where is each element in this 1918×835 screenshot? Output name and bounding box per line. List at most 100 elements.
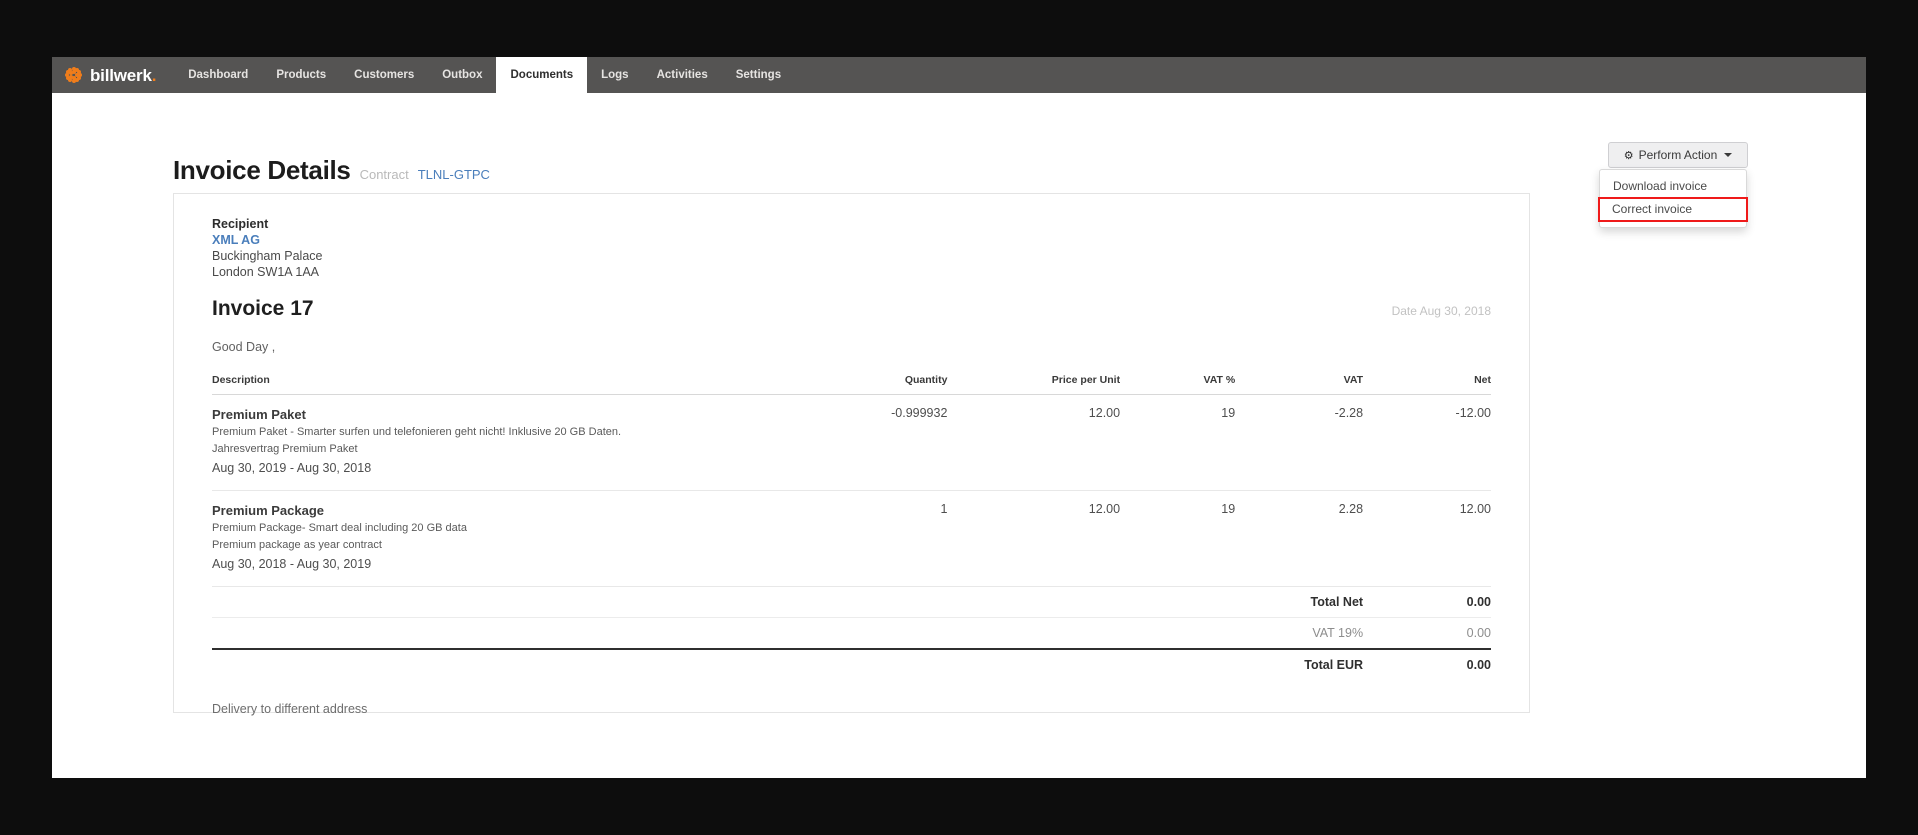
- nav-item-documents[interactable]: Documents: [496, 57, 588, 93]
- nav-item-outbox[interactable]: Outbox: [428, 57, 496, 93]
- nav-item-label: Dashboard: [188, 69, 249, 81]
- column-header-vat-percent: VAT %: [1120, 374, 1236, 395]
- line-item-plan: Jahresvertrag Premium Paket: [212, 443, 358, 455]
- spacer-cell: [1120, 617, 1236, 650]
- nav-item-label: Documents: [510, 69, 574, 81]
- menu-item-download-invoice[interactable]: Download invoice: [1600, 175, 1746, 198]
- vat-total-value: 0.00: [1363, 617, 1491, 650]
- table-row: Premium Paket Premium Paket - Smarter sur…: [212, 394, 1491, 491]
- recipient-block: Recipient XML AG Buckingham Palace Londo…: [212, 216, 1491, 280]
- line-items-table: Description Quantity Price per Unit VAT …: [212, 374, 1491, 587]
- contract-link[interactable]: TLNL-GTPC: [418, 167, 490, 182]
- spacer-cell: [1120, 649, 1235, 680]
- top-navigation-bar: billwerk. Dashboard Products Customers Outb…: [52, 57, 1866, 93]
- application-window: billwerk. Dashboard Products Customers Outb…: [52, 57, 1866, 778]
- invoice-number-row: Invoice 17 Date Aug 30, 2018: [212, 297, 1491, 321]
- perform-action-dropdown-menu: Download invoice Correct invoice: [1598, 169, 1748, 228]
- line-item-description-cell: Premium Paket Premium Paket - Smarter sur…: [212, 394, 794, 491]
- invoice-number-title: Invoice 17: [212, 297, 314, 320]
- brand-name: billwerk.: [90, 65, 157, 85]
- line-item-period: Aug 30, 2019 - Aug 30, 2018: [212, 461, 372, 475]
- perform-action-container: ⚙ Perform Action Download invoice Correc…: [1598, 142, 1748, 228]
- brand-logo[interactable]: billwerk.: [52, 57, 174, 93]
- totals-row-vat: VAT 19% 0.00: [212, 617, 1491, 650]
- page-title: Invoice Details: [173, 155, 351, 185]
- totals-table: Total Net 0.00 VAT 19% 0.00 Total EUR 0.…: [212, 587, 1491, 680]
- column-header-price-per-unit: Price per Unit: [947, 374, 1121, 395]
- line-item-name: Premium Package: [212, 503, 325, 518]
- page-content: ⚙ Perform Action Download invoice Correc…: [52, 93, 1866, 778]
- recipient-address-line-2: London SW1A 1AA: [212, 265, 320, 279]
- recipient-name-link[interactable]: XML AG: [212, 232, 1491, 248]
- line-item-description: Premium Package- Smart deal including 20…: [212, 522, 467, 534]
- nav-item-label: Logs: [601, 69, 629, 81]
- delivery-note: Delivery to different address: [212, 702, 368, 716]
- total-net-value: 0.00: [1363, 587, 1491, 618]
- line-item-vat: 2.28: [1235, 490, 1364, 587]
- line-item-name: Premium Paket: [212, 407, 306, 422]
- invoice-card: Recipient XML AG Buckingham Palace Londo…: [173, 193, 1530, 716]
- line-item-quantity: 1: [793, 490, 948, 587]
- page-header: Invoice Details Contract TLNL-GTPC: [173, 155, 490, 186]
- spacer-cell: [947, 587, 1121, 618]
- recipient-address-line-1: Buckingham Palace: [212, 249, 323, 263]
- line-item-description-cell: Premium Package Premium Package- Smart de…: [212, 490, 794, 587]
- contract-label: Contract: [359, 167, 409, 182]
- nav-item-settings[interactable]: Settings: [722, 57, 795, 93]
- line-item-net: 12.00: [1363, 490, 1491, 587]
- nav-item-label: Outbox: [442, 69, 483, 81]
- total-net-label: Total Net: [1235, 587, 1364, 618]
- line-item-vat-percent: 19: [1120, 490, 1236, 587]
- nav-item-products[interactable]: Products: [262, 57, 340, 93]
- spacer-cell: [794, 649, 947, 680]
- line-item-price-per-unit: 12.00: [947, 490, 1121, 587]
- invoice-date: Date Aug 30, 2018: [1391, 304, 1491, 318]
- table-header-row: Description Quantity Price per Unit VAT …: [212, 374, 1491, 395]
- total-eur-label: Total EUR: [1304, 658, 1364, 672]
- nav-item-activities[interactable]: Activities: [643, 57, 722, 93]
- total-eur-value: 0.00: [1466, 658, 1491, 672]
- totals-row-total-net: Total Net 0.00: [212, 587, 1491, 618]
- billwerk-dots-logo-icon: [64, 66, 83, 85]
- spacer-cell: [212, 649, 794, 680]
- nav-item-label: Customers: [354, 69, 415, 81]
- nav-item-customers[interactable]: Customers: [340, 57, 428, 93]
- nav-item-label: Activities: [656, 69, 708, 81]
- gear-icon: ⚙: [1623, 149, 1634, 162]
- spacer-cell: [212, 587, 794, 618]
- line-item-description: Premium Paket - Smarter surfen und telef…: [212, 426, 622, 438]
- nav-item-list: Dashboard Products Customers Outbox Document…: [174, 57, 795, 93]
- nav-item-label: Settings: [735, 69, 782, 81]
- recipient-label: Recipient: [212, 217, 269, 231]
- nav-item-label: Products: [276, 69, 327, 81]
- totals-row-total-eur: Total EUR 0.00: [212, 649, 1491, 680]
- spacer-cell: [947, 649, 1120, 680]
- column-header-net: Net: [1363, 374, 1491, 395]
- spacer-cell: [212, 617, 794, 650]
- column-header-vat: VAT: [1235, 374, 1364, 395]
- line-item-price-per-unit: 12.00: [947, 394, 1121, 491]
- line-item-period: Aug 30, 2018 - Aug 30, 2019: [212, 557, 372, 571]
- line-item-net: -12.00: [1363, 394, 1491, 491]
- spacer-cell: [793, 617, 948, 650]
- spacer-cell: [1120, 587, 1236, 618]
- nav-item-logs[interactable]: Logs: [587, 57, 642, 93]
- line-item-vat-percent: 19: [1120, 394, 1236, 491]
- line-item-plan: Premium package as year contract: [212, 539, 382, 551]
- caret-down-icon: [1724, 153, 1733, 157]
- spacer-cell: [947, 617, 1121, 650]
- spacer-cell: [793, 587, 948, 618]
- vat-total-label: VAT 19%: [1235, 617, 1364, 650]
- line-item-vat: -2.28: [1235, 394, 1364, 491]
- column-header-quantity: Quantity: [793, 374, 948, 395]
- menu-item-correct-invoice[interactable]: Correct invoice: [1598, 197, 1748, 222]
- greeting-text: Good Day ,: [212, 340, 276, 354]
- column-header-description: Description: [212, 374, 794, 395]
- line-item-quantity: -0.999932: [793, 394, 948, 491]
- perform-action-button[interactable]: ⚙ Perform Action: [1608, 142, 1748, 168]
- table-row: Premium Package Premium Package- Smart de…: [212, 490, 1491, 587]
- brand-dot: .: [151, 65, 157, 85]
- line-items-body: Premium Paket Premium Paket - Smarter sur…: [212, 394, 1491, 587]
- nav-item-dashboard[interactable]: Dashboard: [174, 57, 262, 93]
- perform-action-label: Perform Action: [1638, 148, 1718, 162]
